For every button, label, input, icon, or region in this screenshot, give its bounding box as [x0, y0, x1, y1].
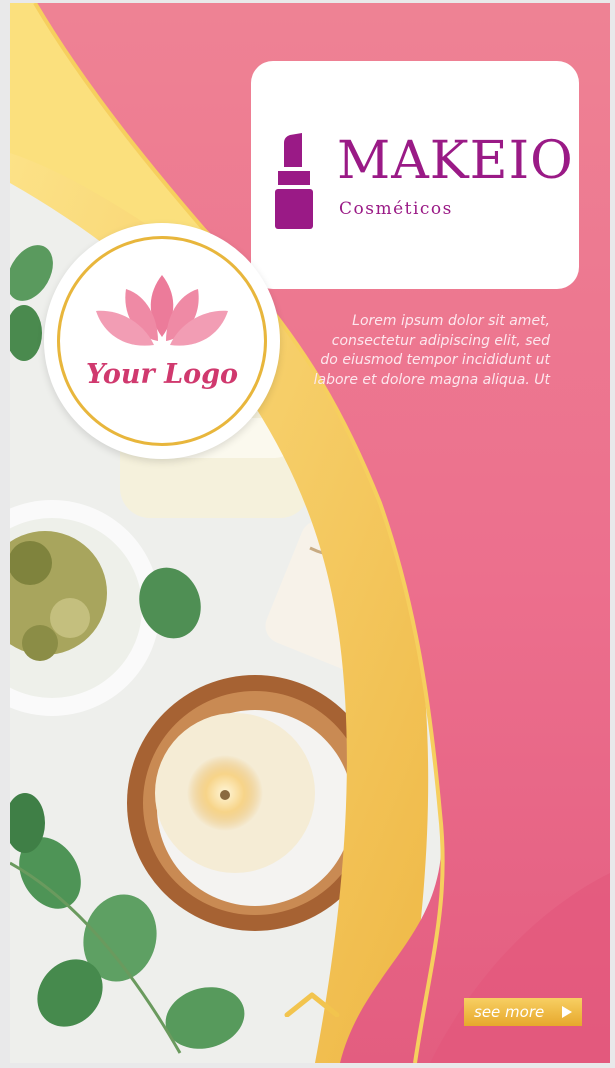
lipstick-icon: [275, 133, 313, 229]
see-more-label: see more: [474, 1003, 545, 1021]
logo-text: Your Logo: [85, 359, 239, 390]
body-text: Lorem ipsum dolor sit amet, consectetur …: [313, 313, 550, 388]
chevron-up-icon[interactable]: [283, 991, 341, 1017]
play-triangle-icon: [562, 1006, 572, 1018]
brand-subtitle: Cosméticos: [339, 199, 453, 219]
lotus-icon: [96, 275, 228, 346]
logo-badge[interactable]: Your Logo: [44, 223, 280, 459]
brand-card: MAKEIO Cosméticos: [251, 61, 579, 289]
promo-card: MAKEIO Cosméticos Your Logo Lorem ipsum …: [10, 3, 610, 1063]
brand-name: MAKEIO: [337, 131, 574, 191]
see-more-button[interactable]: see more: [464, 998, 582, 1026]
page: MAKEIO Cosméticos Your Logo Lorem ipsum …: [0, 0, 615, 1068]
